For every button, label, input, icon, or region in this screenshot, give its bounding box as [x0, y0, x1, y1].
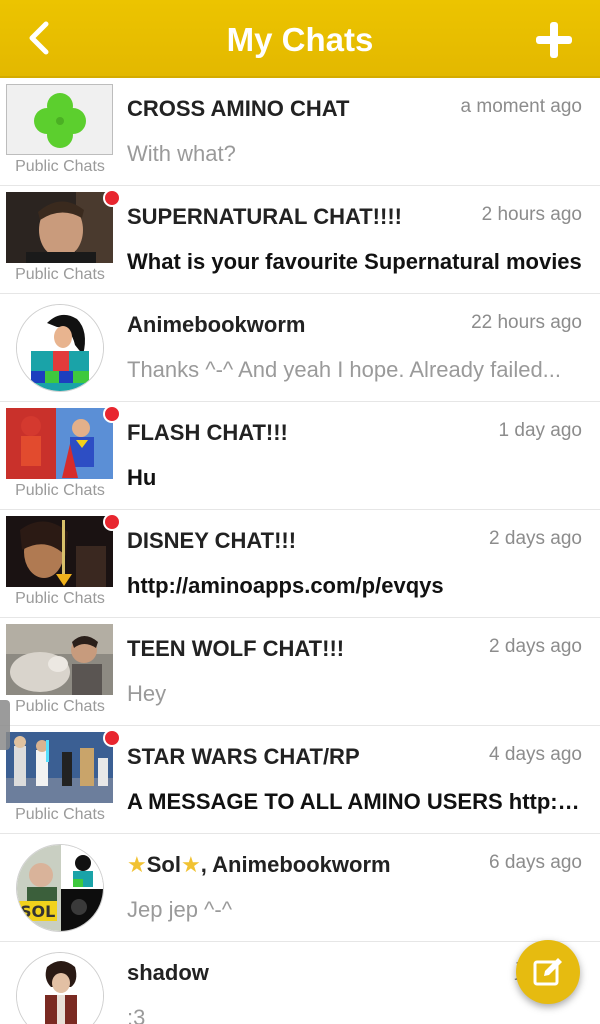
chat-name: shadow — [127, 960, 209, 985]
chat-thumbnail — [6, 408, 113, 479]
unread-indicator — [103, 189, 121, 207]
avatar — [16, 304, 104, 392]
chat-type-label: Public Chats — [15, 482, 105, 499]
chat-last-message: :3 — [127, 1005, 146, 1024]
chat-thumbnail — [6, 192, 113, 263]
chat-timestamp: 6 days ago — [489, 852, 582, 873]
chat-name: CROSS AMINO CHAT — [127, 96, 350, 121]
chat-type-label: Public Chats — [15, 590, 105, 607]
chat-timestamp: 2 hours ago — [481, 204, 582, 225]
edge-drawer-handle[interactable] — [0, 700, 10, 750]
new-chat-button[interactable] — [532, 18, 576, 62]
chat-type-label: Public Chats — [15, 698, 105, 715]
compose-button[interactable] — [516, 940, 580, 1004]
chat-name: FLASH CHAT!!! — [127, 420, 288, 445]
chat-timestamp: 2 days ago — [489, 528, 582, 549]
chat-last-message: Hu — [127, 465, 157, 490]
chat-thumbnail — [6, 624, 113, 695]
chat-last-message: A MESSAGE TO ALL AMINO USERS http:/... — [127, 789, 582, 814]
chat-row-disney[interactable]: Public Chats DISNEY CHAT!!! 2 days ago h… — [0, 510, 600, 618]
chat-last-message: Thanks ^-^ And yeah I hope. Already fail… — [127, 357, 562, 382]
chat-name: STAR WARS CHAT/RP — [127, 744, 360, 769]
plus-icon — [536, 22, 572, 58]
chat-name: DISNEY CHAT!!! — [127, 528, 297, 553]
chat-timestamp: 1 day ago — [498, 420, 582, 441]
star-icon: ★ — [127, 852, 147, 877]
chat-name: Animebookworm — [127, 312, 306, 337]
chat-last-message: Hey — [127, 681, 167, 706]
avatar — [16, 952, 104, 1024]
unread-indicator — [103, 513, 121, 531]
page-title: My Chats — [226, 21, 374, 58]
compose-icon — [533, 958, 562, 986]
chat-thumbnail — [6, 732, 113, 803]
chat-thumbnail — [6, 84, 113, 155]
chat-row-flash[interactable]: Public Chats FLASH CHAT!!! 1 day ago Hu — [0, 402, 600, 510]
chat-row-sol-group[interactable]: SOL ★Sol★, Animebookworm 6 days ago Jep … — [0, 834, 600, 942]
chat-timestamp: a moment ago — [460, 96, 582, 117]
star-icon: ★ — [180, 852, 201, 877]
chat-thumbnail — [6, 516, 113, 587]
chat-last-message: Jep jep ^-^ — [127, 897, 233, 922]
chat-row-star-wars[interactable]: Public Chats STAR WARS CHAT/RP 4 days ag… — [0, 726, 600, 834]
chat-name: SUPERNATURAL CHAT!!!! — [127, 204, 402, 229]
chat-type-label: Public Chats — [15, 266, 105, 283]
unread-indicator — [103, 405, 121, 423]
chat-type-label: Public Chats — [15, 806, 105, 823]
chat-type-label: Public Chats — [15, 158, 105, 175]
chat-row-teen-wolf[interactable]: Public Chats TEEN WOLF CHAT!!! 2 days ag… — [0, 618, 600, 726]
unread-indicator — [103, 729, 121, 747]
svg-text:SOL: SOL — [20, 902, 55, 921]
chat-timestamp: 4 days ago — [489, 744, 582, 765]
chat-row-shadow[interactable]: shadow ja :3 — [0, 942, 600, 1024]
chat-list: Public Chats CROSS AMINO CHAT a moment a… — [0, 78, 600, 1024]
chat-last-message: With what? — [127, 141, 236, 166]
avatar: SOL — [16, 844, 104, 932]
chat-timestamp: 22 hours ago — [471, 312, 582, 333]
app-header: My Chats — [0, 0, 600, 78]
chat-row-supernatural[interactable]: Public Chats SUPERNATURAL CHAT!!!! 2 hou… — [0, 186, 600, 294]
chat-timestamp: 2 days ago — [489, 636, 582, 657]
chat-row-animebookworm[interactable]: Animebookworm 22 hours ago Thanks ^-^ An… — [0, 294, 600, 402]
chat-last-message: http://aminoapps.com/p/evqys — [127, 573, 444, 598]
chat-row-cross-amino[interactable]: Public Chats CROSS AMINO CHAT a moment a… — [0, 78, 600, 186]
chat-name: ★Sol★, Animebookworm — [127, 852, 391, 877]
chat-name: TEEN WOLF CHAT!!! — [127, 636, 345, 661]
chat-last-message: What is your favourite Supernatural movi… — [127, 249, 582, 274]
